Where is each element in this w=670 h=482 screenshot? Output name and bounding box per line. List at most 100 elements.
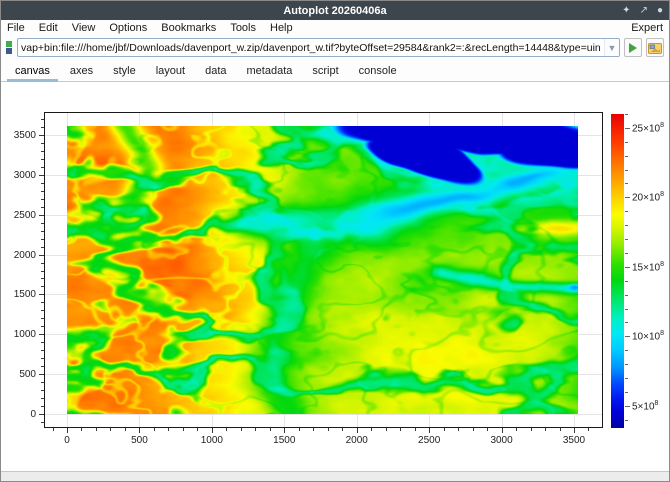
y-tick: [41, 318, 44, 319]
y-tick: [41, 286, 44, 287]
y-tick: [41, 231, 44, 232]
resize-arrow-icon[interactable]: ↗: [640, 6, 648, 16]
plot-canvas-area[interactable]: 0500100015002000250030003500050010001500…: [1, 82, 669, 471]
tab-bar: canvas axes style layout data metadata s…: [1, 60, 669, 82]
colorbar-tick: [625, 364, 628, 365]
image-file-icon: [648, 42, 662, 54]
pin-icon[interactable]: ✦: [622, 6, 630, 16]
x-tick: [458, 428, 459, 431]
colorbar-label-mantissa: 20×10: [632, 193, 660, 204]
x-tick: [588, 428, 589, 431]
x-tick: [415, 428, 416, 431]
y-tick: [41, 159, 44, 160]
x-tick: [531, 428, 532, 431]
close-circle-icon[interactable]: ●: [657, 6, 663, 16]
x-tick: [386, 428, 387, 431]
datasource-indicator-icon: [6, 41, 13, 54]
colorbar-tick-label: 5×108: [632, 400, 658, 412]
title-bar[interactable]: Autoplot 20260406a ✦ ↗ ●: [1, 1, 669, 20]
address-bar: ▼: [1, 35, 669, 60]
tab-metadata[interactable]: metadata: [237, 62, 303, 81]
menu-options[interactable]: Options: [109, 22, 147, 34]
y-tick: [41, 366, 44, 367]
y-tick: [41, 183, 44, 184]
x-tick: [357, 428, 358, 433]
y-tick: [41, 326, 44, 327]
colorbar-tick-label: 25×108: [632, 122, 664, 134]
inspect-button[interactable]: [646, 38, 664, 57]
x-tick: [255, 428, 256, 431]
colorbar-tick: [625, 156, 628, 157]
y-tick: [41, 223, 44, 224]
x-tick: [284, 428, 285, 433]
x-tick: [560, 428, 561, 431]
colorbar[interactable]: [611, 114, 624, 428]
menu-bar: File Edit View Options Bookmarks Tools H…: [1, 20, 669, 35]
y-tick: [41, 271, 44, 272]
colorbar-tick-label: 10×108: [632, 330, 664, 342]
x-tick: [473, 428, 474, 431]
colorbar-tick: [625, 170, 628, 171]
menu-help[interactable]: Help: [270, 22, 293, 34]
x-tick: [139, 428, 140, 433]
expert-mode-label[interactable]: Expert: [631, 22, 663, 34]
tab-canvas[interactable]: canvas: [5, 62, 60, 81]
y-tick: [41, 310, 44, 311]
menu-tools[interactable]: Tools: [230, 22, 256, 34]
x-tick-label: 0: [64, 435, 70, 446]
y-tick: [39, 255, 44, 256]
colorbar-tick: [625, 392, 628, 393]
colorbar-label-mantissa: 10×10: [632, 332, 660, 343]
chevron-down-icon[interactable]: ▼: [604, 39, 619, 56]
y-tick: [41, 278, 44, 279]
menu-file[interactable]: File: [7, 22, 25, 34]
colorbar-tick: [625, 225, 628, 226]
menu-view[interactable]: View: [72, 22, 96, 34]
colorbar-tick: [625, 128, 630, 129]
y-tick: [41, 382, 44, 383]
menu-bookmarks[interactable]: Bookmarks: [161, 22, 216, 34]
tab-console[interactable]: console: [349, 62, 407, 81]
colorbar-label-mantissa: 25×10: [632, 123, 660, 134]
x-tick: [545, 428, 546, 431]
menu-edit[interactable]: Edit: [39, 22, 58, 34]
colorbar-label-exponent: 8: [660, 122, 664, 129]
tab-layout[interactable]: layout: [146, 62, 195, 81]
x-tick-label: 1000: [201, 435, 223, 446]
uri-input[interactable]: [18, 39, 604, 56]
colorbar-tick: [625, 114, 628, 115]
colorbar-label-mantissa: 5×10: [632, 401, 655, 412]
x-tick: [226, 428, 227, 431]
tab-data[interactable]: data: [195, 62, 236, 81]
tab-axes[interactable]: axes: [60, 62, 103, 81]
x-tick: [516, 428, 517, 431]
window-controls: ✦ ↗ ●: [622, 1, 663, 20]
x-tick: [574, 428, 575, 433]
y-tick: [39, 374, 44, 375]
colorbar-tick: [625, 309, 628, 310]
tab-script[interactable]: script: [302, 62, 348, 81]
colorbar-tick: [625, 253, 628, 254]
colorbar-label-exponent: 8: [660, 191, 664, 198]
x-tick: [110, 428, 111, 431]
colorbar-tick: [625, 322, 628, 323]
go-button[interactable]: [624, 38, 642, 57]
x-tick: [197, 428, 198, 431]
y-tick: [39, 414, 44, 415]
x-tick: [168, 428, 169, 431]
colorbar-tick-label: 15×108: [632, 261, 664, 273]
x-tick-label: 1500: [273, 435, 295, 446]
tab-style[interactable]: style: [103, 62, 146, 81]
colorbar-tick: [625, 142, 628, 143]
colorbar-tick: [625, 211, 628, 212]
y-tick: [41, 247, 44, 248]
colorbar-label-exponent: 8: [660, 330, 664, 337]
colorbar-tick: [625, 378, 628, 379]
x-tick-label: 3500: [563, 435, 585, 446]
y-tick: [41, 207, 44, 208]
y-tick: [39, 215, 44, 216]
colorbar-tick-label: 20×108: [632, 191, 664, 203]
y-tick: [39, 175, 44, 176]
colorbar-tick: [625, 281, 628, 282]
uri-field-wrap: ▼: [17, 38, 620, 57]
